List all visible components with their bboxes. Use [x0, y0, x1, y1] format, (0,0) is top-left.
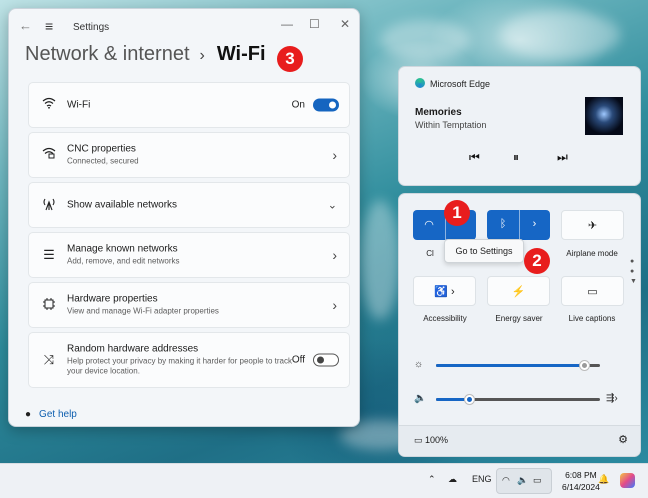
- airplane-mode-label: Airplane mode: [566, 249, 618, 258]
- breadcrumb-separator: ›: [199, 47, 205, 64]
- clock[interactable]: 6:08 PM 6/14/2024: [562, 469, 600, 493]
- window-title: Settings: [73, 22, 110, 33]
- row-title: Wi-Fi: [67, 99, 91, 111]
- audio-output-icon[interactable]: ⇶›: [606, 393, 618, 404]
- quick-settings-footer: ▭ 100% ⚙: [399, 425, 640, 456]
- wifi-icon: ◠: [424, 219, 434, 231]
- album-art: [585, 97, 623, 135]
- maximize-icon[interactable]: ☐: [309, 17, 320, 31]
- speaker-icon[interactable]: 🔈: [414, 393, 426, 404]
- settings-window: ← ≡ Settings — ☐ ✕ Network & internet › Wi…: [8, 8, 360, 427]
- row-title: Random hardware addresses: [67, 343, 199, 355]
- row-subtitle: View and manage Wi-Fi adapter properties: [67, 306, 219, 316]
- go-to-settings-tooltip: Go to Settings: [444, 239, 524, 263]
- chevron-down-icon: ⌄: [327, 199, 337, 212]
- random-address-state: Off: [291, 354, 305, 366]
- pause-icon[interactable]: ⏸: [513, 150, 519, 165]
- hardware-properties-row[interactable]: Hardware properties View and manage Wi-F…: [28, 282, 350, 328]
- shuffle-icon: ⤨: [43, 352, 55, 367]
- help-icon: ●: [25, 409, 32, 420]
- airplane-mode-tile[interactable]: ✈: [561, 210, 624, 240]
- captions-icon: ▭: [587, 286, 598, 298]
- weather-cloud-icon[interactable]: ☁: [448, 474, 457, 485]
- secured-wifi-icon: [41, 147, 57, 163]
- page-down-icon[interactable]: ▼: [630, 278, 637, 285]
- step-badge-1: 1: [444, 200, 470, 226]
- next-track-icon[interactable]: ⏭: [557, 150, 568, 165]
- brightness-slider[interactable]: [436, 361, 600, 370]
- page-dot-icon[interactable]: ●: [630, 258, 634, 265]
- settings-gear-icon[interactable]: ⚙: [618, 433, 628, 446]
- wifi-icon: ◠: [502, 475, 510, 485]
- accessibility-tile[interactable]: ♿ ›: [413, 276, 476, 306]
- close-icon[interactable]: ✕: [340, 17, 350, 31]
- energy-saver-label: Energy saver: [495, 314, 543, 323]
- media-app: Microsoft Edge: [415, 78, 490, 89]
- accessibility-icon: ♿ ›: [434, 286, 455, 298]
- edge-icon: [415, 78, 425, 88]
- row-title: Manage known networks: [67, 243, 178, 255]
- time: 6:08 PM: [565, 470, 597, 480]
- random-address-toggle[interactable]: [313, 353, 339, 367]
- title-bar: ← ≡ Settings — ☐ ✕: [9, 9, 359, 43]
- volume-icon: 🔈: [517, 475, 529, 485]
- row-subtitle: Connected, secured: [67, 156, 139, 166]
- breadcrumb-parent[interactable]: Network & internet: [25, 43, 190, 65]
- wifi-toggle[interactable]: [313, 98, 339, 112]
- breadcrumb: Network & internet › Wi-Fi: [25, 43, 266, 66]
- row-subtitle: Add, remove, and edit networks: [67, 256, 180, 266]
- copilot-icon[interactable]: [620, 473, 635, 488]
- energy-saver-tile[interactable]: ⚡: [487, 276, 550, 306]
- live-captions-tile[interactable]: ▭: [561, 276, 624, 306]
- show-hidden-icons-icon[interactable]: ⌃: [428, 474, 436, 485]
- known-networks-row[interactable]: ☰ Manage known networks Add, remove, and…: [28, 232, 350, 278]
- accessibility-label: Accessibility: [423, 314, 467, 323]
- minimize-icon[interactable]: —: [281, 17, 293, 31]
- artist-name: Within Temptation: [415, 120, 487, 130]
- back-arrow-icon[interactable]: ←: [19, 18, 33, 33]
- chevron-right-icon: ›: [332, 247, 337, 263]
- list-icon: ☰: [43, 247, 55, 262]
- row-title: Show available networks: [67, 199, 178, 211]
- bluetooth-quick-tile[interactable]: ᛒ ›: [487, 210, 550, 240]
- media-flyout: Microsoft Edge Memories Within Temptatio…: [398, 66, 641, 186]
- show-networks-row[interactable]: Show available networks ⌄: [28, 182, 350, 228]
- date: 6/14/2024: [562, 482, 600, 492]
- antenna-icon: [41, 197, 57, 213]
- wifi-row[interactable]: Wi-Fi On: [28, 82, 350, 128]
- random-hardware-addresses-row: ⤨ Random hardware addresses Help protect…: [28, 332, 350, 388]
- hamburger-menu-icon[interactable]: ≡: [45, 18, 53, 34]
- get-help-link[interactable]: ● Get help: [25, 409, 77, 420]
- battery-icon: ▭: [533, 475, 542, 485]
- row-subtitle: Help protect your privacy by making it h…: [67, 356, 292, 376]
- quick-settings-button[interactable]: ◠ 🔈 ▭: [496, 468, 552, 494]
- settings-list: Wi-Fi On CNC properties Connected, secur…: [28, 82, 350, 392]
- energy-saver-icon: ⚡: [511, 286, 526, 298]
- notification-bell-icon[interactable]: 🔔: [598, 474, 609, 485]
- chevron-right-icon[interactable]: ›: [519, 218, 550, 230]
- bluetooth-icon: ᛒ: [499, 218, 507, 230]
- brightness-icon: ☼: [414, 359, 424, 370]
- taskbar: ⌃ ☁ ENG ◠ 🔈 ▭ 6:08 PM 6/14/2024 🔔: [0, 463, 648, 498]
- language-indicator[interactable]: ENG: [472, 474, 492, 484]
- row-title: CNC properties: [67, 143, 136, 155]
- row-title: Hardware properties: [67, 293, 158, 305]
- previous-track-icon[interactable]: ⏮: [469, 150, 480, 165]
- battery-icon: ▭: [414, 435, 423, 445]
- step-badge-2: 2: [524, 248, 550, 274]
- page-title: Wi-Fi: [216, 43, 266, 65]
- step-badge-3: 3: [277, 46, 303, 72]
- chip-icon: [41, 297, 57, 313]
- airplane-icon: ✈: [587, 220, 598, 232]
- song-title: Memories: [415, 107, 462, 118]
- wifi-icon: [41, 97, 57, 113]
- battery-status[interactable]: ▭ 100%: [414, 435, 448, 446]
- live-captions-label: Live captions: [568, 314, 616, 323]
- page-dot-icon[interactable]: ●: [630, 268, 634, 275]
- chevron-right-icon: ›: [332, 297, 337, 313]
- volume-slider[interactable]: [436, 395, 600, 404]
- chevron-right-icon: ›: [332, 147, 337, 163]
- wifi-state: On: [291, 99, 305, 111]
- network-properties-row[interactable]: CNC properties Connected, secured ›: [28, 132, 350, 178]
